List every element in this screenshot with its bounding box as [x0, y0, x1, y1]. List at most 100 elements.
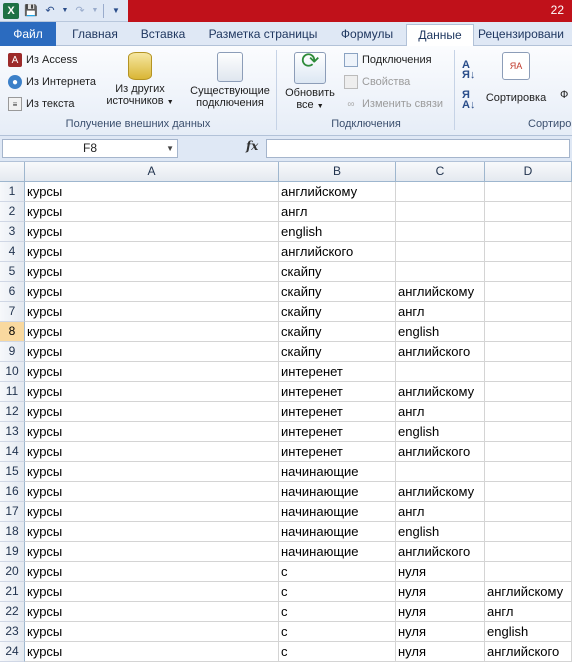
redo-dropdown-icon[interactable]: ▼ [92, 4, 99, 18]
row-header[interactable]: 20 [0, 562, 25, 582]
row-header[interactable]: 19 [0, 542, 25, 562]
connections-button[interactable]: Подключения [344, 53, 432, 67]
cell-c[interactable]: английского [396, 542, 485, 562]
row-header[interactable]: 1 [0, 182, 25, 202]
cell-b[interactable]: начинающие [279, 482, 396, 502]
row-header[interactable]: 24 [0, 642, 25, 662]
cell-b[interactable]: с [279, 642, 396, 662]
row-header[interactable]: 13 [0, 422, 25, 442]
cell-a[interactable]: курсы [25, 562, 279, 582]
existing-connections-button[interactable]: Существующие подключения [188, 52, 272, 109]
from-text-button[interactable]: ≡ Из текста [8, 97, 75, 111]
cell-c[interactable] [396, 222, 485, 242]
cell-b[interactable]: начинающие [279, 462, 396, 482]
cell-c[interactable]: англ [396, 402, 485, 422]
tab-insert[interactable]: Вставка [130, 24, 196, 46]
cell-d[interactable] [485, 442, 572, 462]
cell-a[interactable]: курсы [25, 442, 279, 462]
column-header-d[interactable]: D [485, 162, 572, 182]
save-icon[interactable]: 💾 [24, 4, 38, 18]
cell-b[interactable]: с [279, 602, 396, 622]
sort-button[interactable]: ЯА Сортировка [480, 52, 552, 104]
sort-a-to-z-icon[interactable]: А Я↓ [462, 60, 475, 81]
excel-icon[interactable]: X [3, 2, 19, 19]
cell-c[interactable]: английскому [396, 382, 485, 402]
row-header[interactable]: 2 [0, 202, 25, 222]
cell-d[interactable] [485, 542, 572, 562]
cell-c[interactable]: нуля [396, 582, 485, 602]
row-header[interactable]: 12 [0, 402, 25, 422]
cell-d[interactable]: английского [485, 642, 572, 662]
cell-c[interactable] [396, 182, 485, 202]
row-header[interactable]: 7 [0, 302, 25, 322]
row-header[interactable]: 17 [0, 502, 25, 522]
cell-a[interactable]: курсы [25, 622, 279, 642]
cell-a[interactable]: курсы [25, 182, 279, 202]
row-header[interactable]: 10 [0, 362, 25, 382]
cell-a[interactable]: курсы [25, 262, 279, 282]
row-header[interactable]: 4 [0, 242, 25, 262]
row-header[interactable]: 6 [0, 282, 25, 302]
tab-file[interactable]: Файл [0, 22, 56, 46]
cell-b[interactable]: скайпу [279, 322, 396, 342]
cell-a[interactable]: курсы [25, 462, 279, 482]
cell-c[interactable]: нуля [396, 562, 485, 582]
cell-a[interactable]: курсы [25, 582, 279, 602]
cell-a[interactable]: курсы [25, 422, 279, 442]
cell-d[interactable] [485, 342, 572, 362]
cell-a[interactable]: курсы [25, 602, 279, 622]
cell-b[interactable]: скайпу [279, 282, 396, 302]
cell-c[interactable]: english [396, 422, 485, 442]
tab-review[interactable]: Рецензировани [478, 24, 572, 46]
select-all-corner[interactable] [0, 162, 25, 182]
properties-button[interactable]: Свойства [344, 75, 410, 89]
cell-a[interactable]: курсы [25, 302, 279, 322]
cell-d[interactable] [485, 382, 572, 402]
cell-b[interactable]: интеренет [279, 402, 396, 422]
sort-z-to-a-icon[interactable]: Я А↓ [462, 90, 475, 111]
row-header[interactable]: 3 [0, 222, 25, 242]
cell-b[interactable]: начинающие [279, 542, 396, 562]
customize-qat-icon[interactable]: ▼ [109, 4, 123, 18]
cell-a[interactable]: курсы [25, 482, 279, 502]
row-header[interactable]: 22 [0, 602, 25, 622]
cell-a[interactable]: курсы [25, 642, 279, 662]
cell-c[interactable] [396, 462, 485, 482]
cell-d[interactable] [485, 402, 572, 422]
row-header[interactable]: 8 [0, 322, 25, 342]
row-header[interactable]: 21 [0, 582, 25, 602]
cell-c[interactable]: нуля [396, 602, 485, 622]
cell-c[interactable]: english [396, 322, 485, 342]
cell-d[interactable] [485, 462, 572, 482]
tab-home[interactable]: Главная [62, 24, 128, 46]
cell-d[interactable] [485, 202, 572, 222]
cell-c[interactable]: английскому [396, 482, 485, 502]
tab-data[interactable]: Данные [406, 24, 474, 47]
row-header[interactable]: 14 [0, 442, 25, 462]
cell-c[interactable]: нуля [396, 622, 485, 642]
row-header[interactable]: 5 [0, 262, 25, 282]
cell-d[interactable]: english [485, 622, 572, 642]
column-header-c[interactable]: C [396, 162, 485, 182]
insert-function-icon[interactable]: fx [246, 139, 258, 153]
cell-b[interactable]: интеренет [279, 442, 396, 462]
from-other-sources-button[interactable]: Из других источников ▼ [104, 52, 176, 109]
cell-b[interactable]: интеренет [279, 422, 396, 442]
cell-a[interactable]: курсы [25, 242, 279, 262]
cell-c[interactable]: english [396, 522, 485, 542]
cell-b[interactable]: начинающие [279, 522, 396, 542]
column-header-b[interactable]: B [279, 162, 396, 182]
tab-formulas[interactable]: Формулы [330, 24, 404, 46]
edit-links-button[interactable]: ∞ Изменить связи [344, 97, 443, 111]
cell-d[interactable] [485, 362, 572, 382]
cell-b[interactable]: скайпу [279, 342, 396, 362]
cell-a[interactable]: курсы [25, 382, 279, 402]
cell-d[interactable] [485, 282, 572, 302]
undo-icon[interactable]: ↶ [43, 4, 57, 18]
cell-d[interactable] [485, 222, 572, 242]
cell-d[interactable] [485, 182, 572, 202]
cell-c[interactable]: англ [396, 302, 485, 322]
cell-d[interactable]: англ [485, 602, 572, 622]
redo-icon[interactable]: ↷ [73, 4, 87, 18]
cell-c[interactable]: нуля [396, 642, 485, 662]
